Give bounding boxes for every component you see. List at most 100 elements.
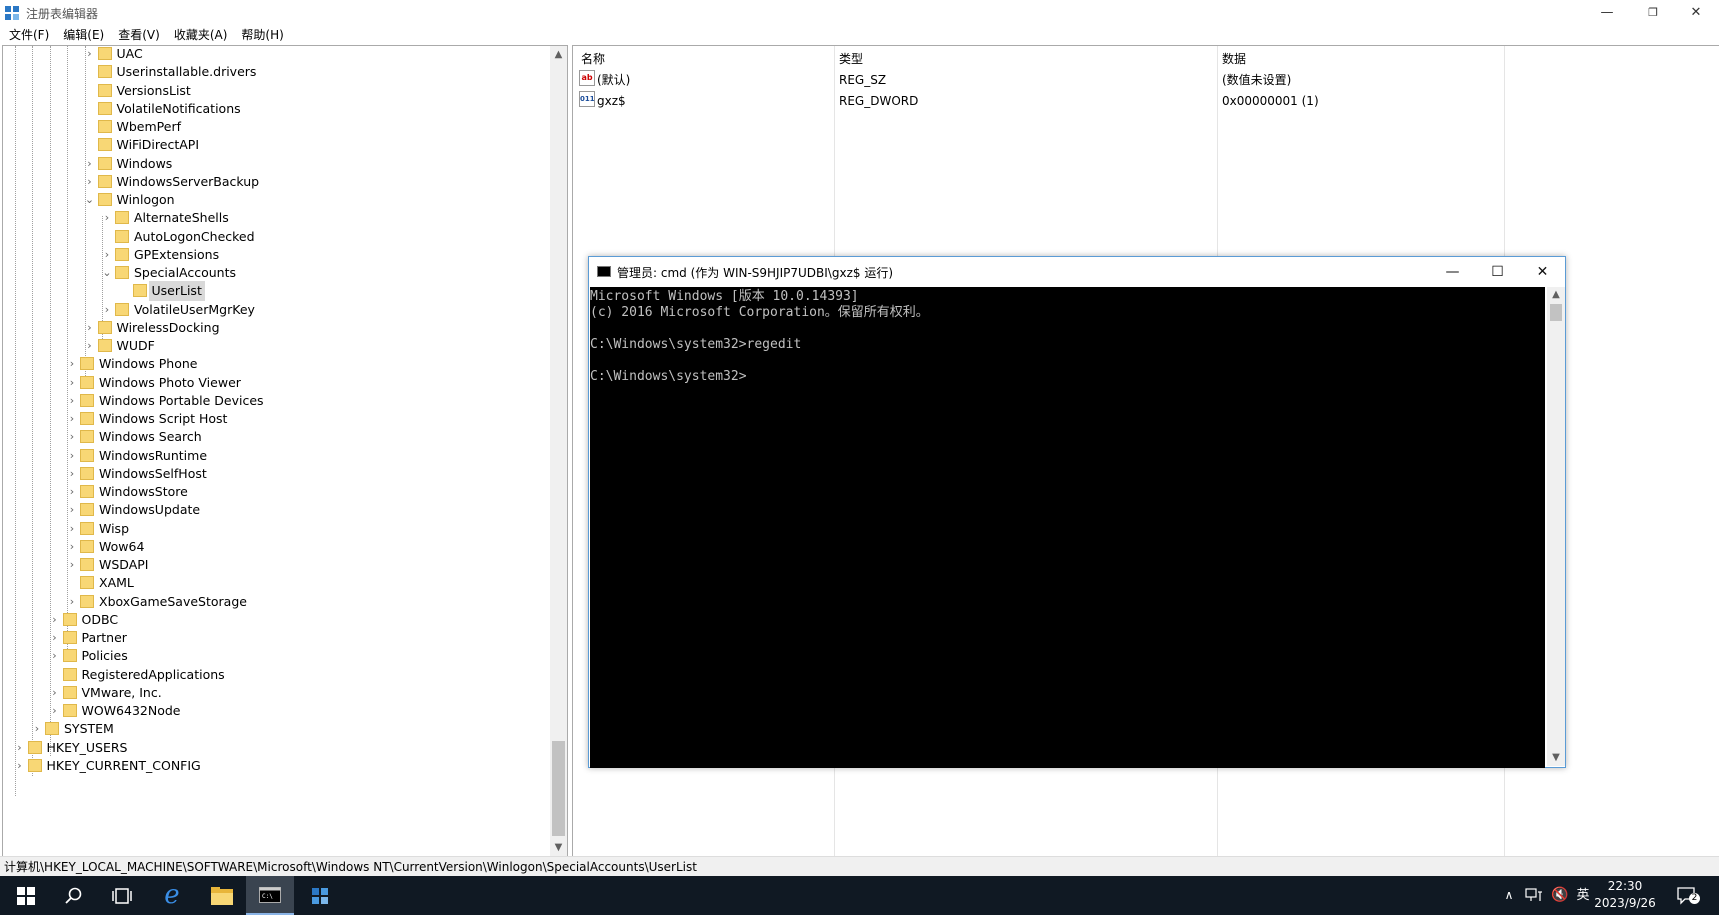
menu-file[interactable]: 文件(F) xyxy=(9,26,49,44)
tree-node[interactable]: RegisteredApplications xyxy=(3,665,543,685)
scroll-down-icon[interactable]: ▼ xyxy=(550,839,567,856)
expand-chevron-icon[interactable]: › xyxy=(85,172,95,192)
scroll-down-icon[interactable]: ▼ xyxy=(1547,750,1565,766)
console-output[interactable]: Microsoft Windows [版本 10.0.14393] (c) 201… xyxy=(590,287,1545,768)
tree-node[interactable]: XAML xyxy=(3,573,543,593)
tree-node[interactable]: UserList xyxy=(3,281,543,302)
registry-tree[interactable]: ▲ ▼ › UAC Userinstallable.drivers VersionsL… xyxy=(2,45,568,857)
scroll-up-icon[interactable]: ▲ xyxy=(550,46,567,63)
tree-node[interactable]: › AlternateShells xyxy=(3,208,543,228)
tree-node[interactable]: › WindowsUpdate xyxy=(3,500,543,520)
expand-chevron-icon[interactable]: › xyxy=(67,555,77,575)
value-row[interactable]: 011 gxz$ REG_DWORD 0x00000001 (1) xyxy=(573,91,1719,111)
scroll-thumb[interactable] xyxy=(552,741,565,836)
expand-chevron-icon[interactable]: › xyxy=(85,154,95,174)
tree-node[interactable]: ⌄ Winlogon xyxy=(3,190,543,210)
expand-chevron-icon[interactable]: › xyxy=(67,427,77,447)
search-button[interactable] xyxy=(50,876,98,915)
tree-node[interactable]: › Windows Script Host xyxy=(3,409,543,429)
tree-node[interactable]: › Wow64 xyxy=(3,537,543,557)
restore-button[interactable]: ❐ xyxy=(1630,0,1676,26)
cmd-close-button[interactable]: ✕ xyxy=(1520,257,1565,287)
menu-view[interactable]: 查看(V) xyxy=(118,26,160,44)
expand-chevron-icon[interactable]: › xyxy=(50,628,60,648)
tree-node[interactable]: › WUDF xyxy=(3,336,543,356)
tree-node[interactable]: › WindowsStore xyxy=(3,482,543,502)
close-button[interactable]: ✕ xyxy=(1673,0,1719,26)
tree-node[interactable]: › HKEY_CURRENT_CONFIG xyxy=(3,756,543,776)
tree-node[interactable]: VersionsList xyxy=(3,81,543,101)
tree-node[interactable]: › Windows Search xyxy=(3,427,543,447)
tree-node[interactable]: WbemPerf xyxy=(3,117,543,137)
tree-node[interactable]: › Windows Photo Viewer xyxy=(3,373,543,393)
clock[interactable]: 22:30 2023/9/26 xyxy=(1585,878,1665,912)
tree-node[interactable]: VolatileNotifications xyxy=(3,99,543,119)
scroll-thumb[interactable] xyxy=(1550,304,1562,321)
expand-chevron-icon[interactable]: › xyxy=(67,391,77,411)
expand-chevron-icon[interactable]: › xyxy=(67,482,77,502)
expand-chevron-icon[interactable]: › xyxy=(67,373,77,393)
expand-chevron-icon[interactable]: › xyxy=(67,446,77,466)
tree-node[interactable]: Userinstallable.drivers xyxy=(3,62,543,82)
tree-node[interactable]: › UAC xyxy=(3,46,543,64)
network-icon[interactable] xyxy=(1522,876,1546,915)
expand-chevron-icon[interactable]: › xyxy=(67,519,77,539)
tree-node[interactable]: › WindowsRuntime xyxy=(3,446,543,466)
tree-node[interactable]: › WSDAPI xyxy=(3,555,543,575)
expand-chevron-icon[interactable]: › xyxy=(50,646,60,666)
expand-chevron-icon[interactable]: › xyxy=(50,610,60,630)
scroll-up-icon[interactable]: ▲ xyxy=(1547,287,1565,303)
cmd-title-bar[interactable]: 管理员: cmd (作为 WIN-S9HJIP7UDBI\gxz$ 运行) — … xyxy=(589,257,1565,287)
regedit-taskbar-button[interactable] xyxy=(296,876,344,915)
expand-chevron-icon[interactable]: › xyxy=(85,46,95,64)
expand-chevron-icon[interactable]: › xyxy=(102,300,112,320)
tree-node[interactable]: › WOW6432Node xyxy=(3,701,543,721)
tree-node[interactable]: › SYSTEM xyxy=(3,719,543,739)
minimize-button[interactable]: — xyxy=(1584,0,1630,26)
tree-node[interactable]: › Windows xyxy=(3,154,543,174)
tree-node[interactable]: › VolatileUserMgrKey xyxy=(3,300,543,320)
expand-chevron-icon[interactable]: › xyxy=(50,683,60,703)
tree-node[interactable]: › Windows Portable Devices xyxy=(3,391,543,411)
ie-icon[interactable]: e xyxy=(148,876,196,915)
cmd-minimize-button[interactable]: — xyxy=(1430,257,1475,287)
value-row[interactable]: ab (默认) REG_SZ (数值未设置) xyxy=(573,70,1719,90)
expand-chevron-icon[interactable]: › xyxy=(67,464,77,484)
cmd-maximize-button[interactable]: ☐ xyxy=(1475,257,1520,287)
expand-chevron-icon[interactable]: › xyxy=(102,208,112,228)
task-view-button[interactable] xyxy=(98,876,146,915)
tree-node[interactable]: › WirelessDocking xyxy=(3,318,543,338)
expand-chevron-icon[interactable]: › xyxy=(85,336,95,356)
menu-edit[interactable]: 编辑(E) xyxy=(63,26,104,44)
cmd-taskbar-button[interactable]: C:\ xyxy=(246,876,294,915)
start-button[interactable] xyxy=(2,876,50,915)
tree-node[interactable]: WiFiDirectAPI xyxy=(3,135,543,155)
tree-node[interactable]: › Partner xyxy=(3,628,543,648)
column-header-type[interactable]: 类型 xyxy=(839,50,863,67)
cmd-window[interactable]: 管理员: cmd (作为 WIN-S9HJIP7UDBI\gxz$ 运行) — … xyxy=(588,256,1566,768)
volume-muted-icon[interactable]: 🔇 xyxy=(1549,876,1571,915)
action-center-button[interactable]: 2 xyxy=(1672,876,1702,915)
tree-node[interactable]: › ODBC xyxy=(3,610,543,630)
collapse-chevron-icon[interactable]: ⌄ xyxy=(102,263,112,283)
expand-chevron-icon[interactable]: › xyxy=(50,701,60,721)
column-header-data[interactable]: 数据 xyxy=(1222,50,1246,67)
expand-chevron-icon[interactable]: › xyxy=(67,409,77,429)
expand-chevron-icon[interactable]: › xyxy=(32,719,42,739)
cmd-scrollbar[interactable]: ▲ ▼ xyxy=(1547,287,1565,766)
expand-chevron-icon[interactable]: › xyxy=(15,756,25,776)
tree-node[interactable]: › WindowsSelfHost xyxy=(3,464,543,484)
expand-chevron-icon[interactable]: › xyxy=(85,318,95,338)
column-header-name[interactable]: 名称 xyxy=(581,50,605,67)
expand-chevron-icon[interactable]: › xyxy=(102,245,112,265)
console-prompt[interactable]: C:\Windows\system32> xyxy=(590,369,1545,385)
expand-chevron-icon[interactable]: › xyxy=(15,738,25,758)
tree-node[interactable]: › XboxGameSaveStorage xyxy=(3,592,543,612)
file-explorer-button[interactable] xyxy=(198,876,246,915)
tree-node[interactable]: › Policies xyxy=(3,646,543,666)
tree-node[interactable]: AutoLogonChecked xyxy=(3,227,543,247)
expand-chevron-icon[interactable]: › xyxy=(67,592,77,612)
tree-node[interactable]: › GPExtensions xyxy=(3,245,543,265)
collapse-chevron-icon[interactable]: ⌄ xyxy=(85,190,95,210)
tree-node[interactable]: ⌄ SpecialAccounts xyxy=(3,263,543,283)
